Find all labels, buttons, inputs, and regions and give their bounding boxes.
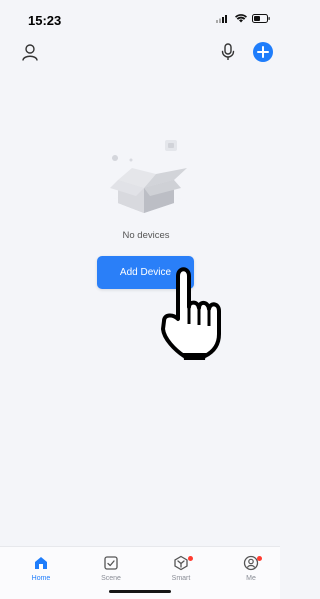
empty-box-illustration: [88, 140, 206, 225]
status-time: 15:23: [28, 13, 62, 28]
tab-scene-label: Scene: [101, 575, 121, 582]
add-icon: [257, 46, 269, 58]
add-device-icon-button[interactable]: [253, 42, 273, 62]
battery-icon: [252, 14, 270, 23]
tab-me-label: Me: [246, 575, 256, 582]
microphone-icon[interactable]: [219, 42, 237, 62]
tab-home[interactable]: Home: [15, 555, 67, 595]
wifi-icon: [235, 14, 247, 23]
home-icon: [35, 557, 47, 569]
smart-icon: [174, 555, 188, 571]
profile-icon[interactable]: [20, 42, 40, 62]
app-screen: 15:23 No devices Add Device Home Scene S…: [0, 0, 280, 599]
tab-smart[interactable]: Smart: [155, 555, 207, 595]
smart-notification-badge: [188, 556, 193, 561]
me-notification-badge: [257, 556, 262, 561]
empty-state-message: No devices: [122, 230, 170, 241]
tab-scene[interactable]: Scene: [85, 555, 137, 595]
cellular-signal-icon: [216, 14, 227, 23]
home-indicator: [109, 590, 171, 593]
tab-home-label: Home: [31, 575, 51, 582]
pointing-hand-icon: [161, 267, 221, 360]
status-icons: [216, 14, 270, 23]
status-bar: 15:23: [0, 0, 280, 34]
tab-me[interactable]: Me: [225, 555, 277, 595]
scene-icon: [104, 556, 118, 570]
tab-smart-label: Smart: [171, 575, 191, 582]
